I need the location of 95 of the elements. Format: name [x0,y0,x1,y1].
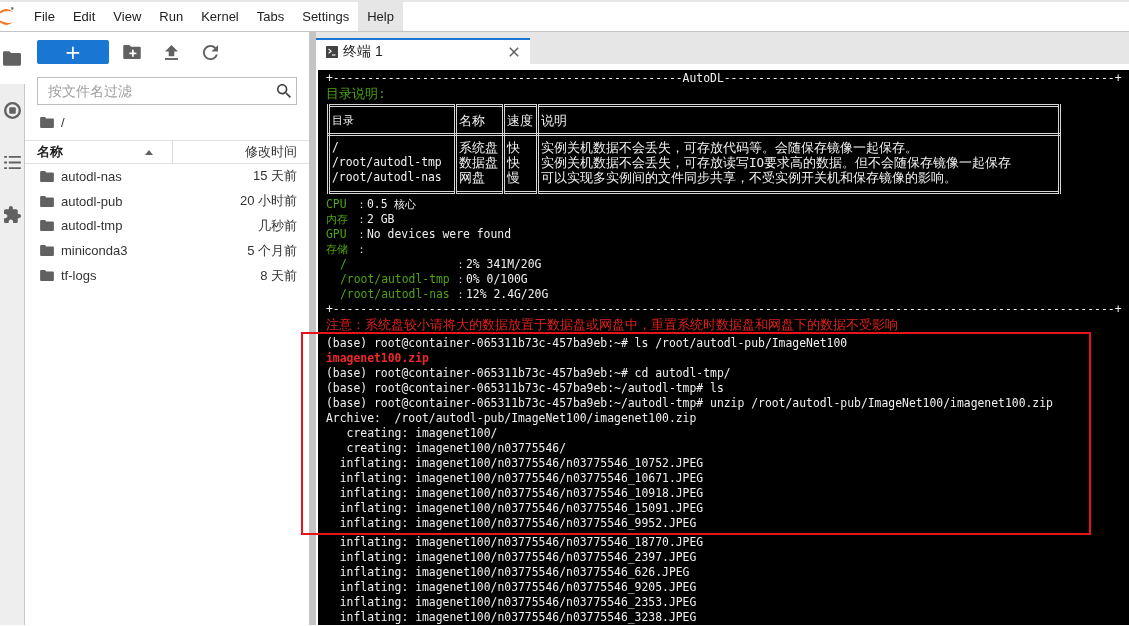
new-folder-icon[interactable] [123,45,141,59]
table-cell: 快 [503,134,538,155]
output-line: (base) root@container-065311b73c-457ba9eb:~# cd autodl-tmp/ [326,366,731,381]
table-cell: 实例关机数据不会丢失，可存放代码等。会随保存镜像一起保存。 [537,134,1060,155]
logo-icon [0,6,14,27]
output-line: inflating: imagenet100/n03775546/n03775546_10752.JPEG [338,456,704,471]
storage-path: / [340,257,348,272]
output-line: inflating: imagenet100/n03775546/n03775546_15091.JPEG [338,501,704,516]
section-heading: 目录说明: [326,86,386,101]
output-line: inflating: imagenet100/n03775546/n03775546_9952.JPEG [338,516,697,531]
menu-item[interactable]: Run [150,2,193,31]
output-line: imagenet100.zip [326,351,429,366]
output-line: (base) root@container-065311b73c-457ba9eb:~# ls /root/autodl-pub/ImageNet100 [326,336,848,351]
storage-path: /root/autodl-nas [340,287,451,302]
table-cell: 快 [503,155,538,170]
storage-usage: ：0% 0/100G [455,272,528,287]
column-header: 目录 [328,105,456,135]
spec-label: 内存 [326,212,349,227]
storage-usage: ：2% 341M/20G [455,257,542,272]
modified-time: 8 天前 [260,266,297,285]
table-cell: 系统盘 [455,134,504,155]
file-name[interactable]: autodl-nas [61,168,253,184]
sort-caret-icon [145,149,153,155]
spec-label: 存储 [326,242,349,257]
menu-item[interactable]: Settings [293,2,359,31]
file-name[interactable]: miniconda3 [61,243,248,259]
output-line: creating: imagenet100/ [345,426,498,441]
modified-time: 几秒前 [258,217,297,235]
file-name[interactable]: autodl-tmp [61,218,258,234]
menu-item[interactable]: Tabs [247,2,294,31]
folder-icon [40,170,54,182]
folder-icon[interactable] [40,116,54,128]
modified-time: 15 天前 [252,167,297,186]
table-cell: 数据盘 [455,155,504,170]
column-header: 速度 [503,105,538,135]
table-cell: 网盘 [455,170,504,193]
refresh-icon[interactable] [203,44,218,60]
output-line: creating: imagenet100/n03775546/ [345,441,567,456]
spec-value: ： [356,242,367,257]
list-icon[interactable] [3,155,21,169]
menu-item[interactable]: View [104,2,151,31]
output-line: inflating: imagenet100/n03775546/n03775546_18770.JPEG [338,535,704,550]
storage-path: /root/autodl-tmp [340,272,451,287]
close-icon[interactable] [509,47,519,57]
menu-item[interactable]: Kernel [192,2,248,31]
output-line: Archive: /root/autodl-pub/ImageNet100/imagenet100.zip [326,411,697,426]
table-cell: 慢 [503,170,538,193]
output-line: (base) root@container-065311b73c-457ba9eb:~/autodl-tmp# ls [326,381,724,396]
spec-label: CPU [326,197,348,212]
table-cell: 实例关机数据不会丢失，可存放读写IO要求高的数据。但不会随保存镜像一起保存 [537,155,1060,170]
banner-line: +------------------------------------------------------------------------------------------------------------------+ [326,302,1122,317]
table-cell: /root/autodl-tmp [328,155,456,170]
column-header[interactable]: 名称 [25,141,173,163]
menu-item[interactable]: Help [358,2,403,31]
upload-icon[interactable] [165,44,178,60]
new-launcher-button[interactable]: + [37,40,109,64]
file-name[interactable]: autodl-pub [61,193,240,209]
output-line: inflating: imagenet100/n03775546/n03775546_10918.JPEG [338,486,704,501]
folder-icon [40,220,54,232]
output-line: inflating: imagenet100/n03775546/n03775546_2353.JPEG [338,595,697,610]
menu-item[interactable]: Edit [63,2,105,31]
spec-label: GPU [326,227,348,242]
column-header: 说明 [537,105,1060,135]
spec-value: ：0.5 核心 [356,197,417,212]
storage-usage: ：12% 2.4G/20G [455,287,549,302]
output-line: (base) root@container-065311b73c-457ba9eb:~/autodl-tmp# unzip /root/autodl-pub/ImageNet100/imagenet100.zip [326,396,1053,411]
folder-icon [40,270,54,282]
output-line: inflating: imagenet100/n03775546/n03775546_9205.JPEG [338,580,697,595]
terminal-tab[interactable]: 终端 1 [316,38,530,64]
column-header[interactable]: 修改时间 [173,141,309,163]
terminal-icon [326,46,338,58]
modified-time: 20 小时前 [239,192,297,211]
puzzle-icon[interactable] [3,205,21,223]
output-line: inflating: imagenet100/n03775546/n03775546_626.JPEG [338,565,690,580]
column-header: 名称 [455,105,504,135]
table-cell: / [328,134,456,155]
banner-line: +---------------------------------------------------AutoDL---------------------------------------------------------+ [326,71,1122,86]
menu-item[interactable]: File [25,2,64,31]
table-cell: 可以实现多实例间的文件同步共享，不受实例开关机和保存镜像的影响。 [537,170,1060,193]
modified-time: 5 个月前 [247,241,297,260]
folder-icon [40,245,54,257]
folder-icon[interactable] [3,50,21,66]
search-icon [277,84,291,98]
file-name[interactable]: tf-logs [61,268,261,284]
table-cell: /root/autodl-nas [328,170,456,193]
output-line: inflating: imagenet100/n03775546/n03775546_2397.JPEG [338,550,697,565]
breadcrumb-link[interactable]: / [61,114,65,130]
stop-circle-icon[interactable] [3,101,21,119]
notice-text: 注意：系统盘较小请将大的数据放置于数据盘或网盘中，重置系统时数据盘和网盘下的数据不受影响 [326,317,898,332]
folder-icon [40,195,54,207]
output-line: inflating: imagenet100/n03775546/n03775546_3238.JPEG [338,610,697,625]
spec-value: ：2 GB [356,212,395,227]
filter-field[interactable]: 按文件名过滤 [37,77,297,105]
output-line: inflating: imagenet100/n03775546/n03775546_10671.JPEG [338,471,704,486]
spec-value: ：No devices were found [356,227,511,242]
